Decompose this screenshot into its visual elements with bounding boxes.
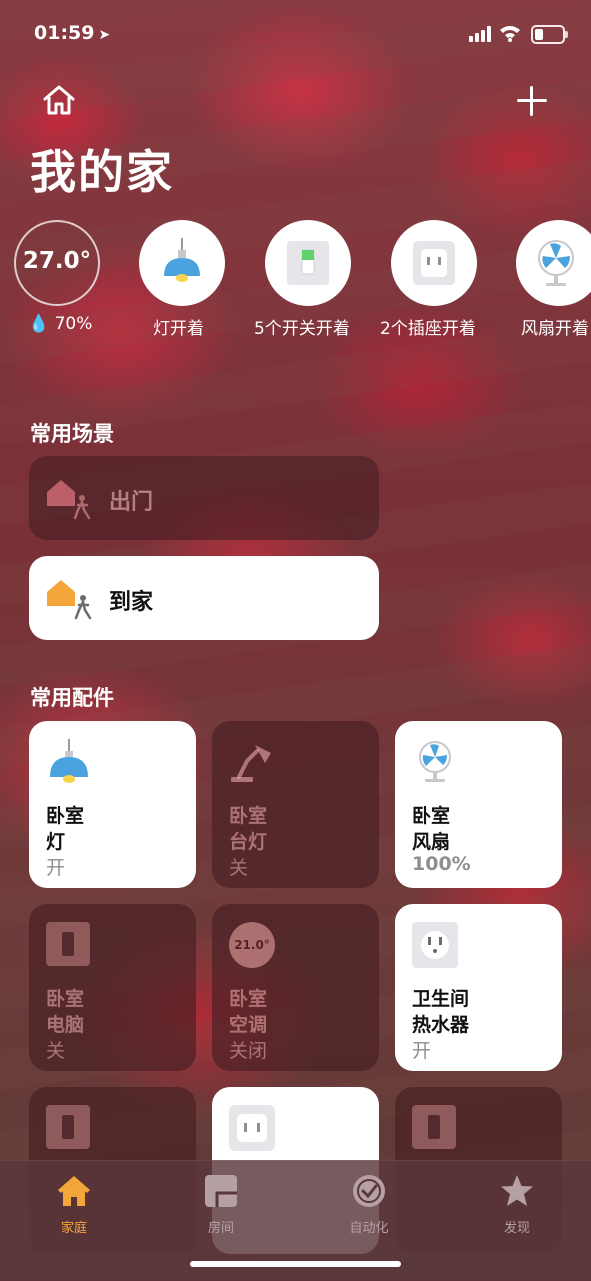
tab-label: 发现 bbox=[503, 1221, 530, 1236]
accessory-name: 台灯 bbox=[229, 831, 268, 853]
home-icon bbox=[58, 1176, 90, 1206]
page-title: 我的家 bbox=[30, 145, 174, 199]
accessory-room: 卧室 bbox=[229, 805, 268, 827]
accessory-room: 卧室 bbox=[229, 988, 268, 1010]
pendant-lamp-icon bbox=[50, 739, 88, 783]
scene-label: 到家 bbox=[109, 590, 154, 615]
accessory-bedroom-computer[interactable]: 卧室 电脑 关 bbox=[29, 904, 196, 1071]
status-bar: 01:59 ➤ bbox=[34, 22, 568, 48]
outlets-status-label: 2个插座开着 bbox=[380, 319, 476, 339]
pendant-lamp-icon bbox=[164, 238, 200, 282]
switch-icon bbox=[412, 1105, 456, 1149]
arrive-home-icon bbox=[47, 580, 92, 620]
home-indicator[interactable] bbox=[190, 1261, 401, 1267]
switches-status[interactable] bbox=[265, 220, 351, 306]
scene-arrive-home[interactable]: 到家 bbox=[29, 556, 379, 640]
accessory-state: 关 bbox=[229, 857, 249, 879]
tab-discover[interactable]: 发现 bbox=[472, 1173, 562, 1236]
tab-automation[interactable]: 自动化 bbox=[324, 1173, 414, 1236]
outlet-icon bbox=[413, 241, 455, 285]
tab-home[interactable]: 家庭 bbox=[29, 1173, 119, 1236]
accessory-name: 空调 bbox=[229, 1014, 268, 1036]
temperature-status[interactable]: 27.0° bbox=[14, 220, 100, 306]
accessory-state: 关 bbox=[46, 1040, 66, 1062]
battery-icon bbox=[531, 25, 568, 44]
accessory-bathroom-water-heater[interactable]: 卫生间 热水器 开 bbox=[395, 904, 562, 1071]
tab-rooms[interactable]: 房间 bbox=[176, 1173, 266, 1236]
accessory-name: 风扇 bbox=[412, 831, 451, 853]
thermostat-icon: 21.0° bbox=[229, 922, 275, 968]
scene-leave-home[interactable]: 出门 bbox=[29, 456, 379, 540]
cellular-signal-icon bbox=[469, 26, 495, 42]
tab-label: 家庭 bbox=[60, 1221, 87, 1236]
accessory-room: 卧室 bbox=[46, 805, 85, 827]
switch-icon bbox=[287, 241, 329, 285]
accessory-bedroom-ac[interactable]: 21.0° 卧室 空调 关闭 bbox=[212, 904, 379, 1071]
accessory-bedroom-light[interactable]: 卧室 灯 开 bbox=[29, 721, 196, 888]
accessory-room: 卧室 bbox=[46, 988, 85, 1010]
fans-status[interactable] bbox=[516, 220, 591, 306]
accessory-state: 开 bbox=[412, 1040, 432, 1062]
switches-status-label: 5个开关开着 bbox=[254, 319, 350, 339]
accessory-room: 卫生间 bbox=[412, 988, 470, 1010]
location-arrow-icon: ➤ bbox=[98, 27, 111, 43]
accessory-name: 灯 bbox=[46, 831, 66, 853]
accessory-state: 100% bbox=[412, 853, 471, 875]
fan-icon bbox=[419, 741, 451, 782]
switch-icon bbox=[46, 922, 90, 966]
accessory-state: 关闭 bbox=[229, 1040, 268, 1062]
accessory-state: 开 bbox=[46, 857, 66, 879]
outlet-icon bbox=[412, 922, 458, 968]
desk-lamp-icon bbox=[231, 745, 271, 782]
accessories-section-title: 常用配件 bbox=[30, 686, 114, 710]
lights-status-label: 灯开着 bbox=[153, 319, 204, 339]
humidity-drop-icon: 💧 bbox=[28, 314, 50, 334]
switch-icon bbox=[46, 1105, 90, 1149]
accessory-bedroom-desk-lamp[interactable]: 卧室 台灯 关 bbox=[212, 721, 379, 888]
status-time: 01:59 ➤ bbox=[34, 22, 111, 44]
scene-label: 出门 bbox=[109, 490, 154, 515]
rooms-icon bbox=[205, 1175, 237, 1207]
humidity-label: 💧 70% bbox=[28, 314, 93, 334]
lights-status[interactable] bbox=[139, 220, 225, 306]
fan-icon bbox=[538, 240, 574, 286]
fans-status-label: 风扇开着 bbox=[521, 319, 589, 339]
accessory-room: 卧室 bbox=[412, 805, 451, 827]
home-icon[interactable] bbox=[42, 84, 76, 116]
outlet-icon bbox=[229, 1105, 275, 1151]
accessory-bedroom-fan[interactable]: 卧室 风扇 100% bbox=[395, 721, 562, 888]
tab-label: 自动化 bbox=[349, 1221, 389, 1236]
temperature-value: 27.0° bbox=[22, 248, 92, 274]
tab-label: 房间 bbox=[207, 1221, 234, 1236]
scenes-section-title: 常用场景 bbox=[30, 422, 114, 446]
accessory-name: 热水器 bbox=[412, 1014, 470, 1036]
leave-home-icon bbox=[47, 480, 91, 520]
automation-icon bbox=[353, 1175, 385, 1207]
accessory-name: 电脑 bbox=[46, 1014, 85, 1036]
star-icon bbox=[501, 1175, 533, 1206]
add-button[interactable] bbox=[517, 86, 547, 116]
outlets-status[interactable] bbox=[391, 220, 477, 306]
wifi-icon bbox=[500, 26, 520, 42]
